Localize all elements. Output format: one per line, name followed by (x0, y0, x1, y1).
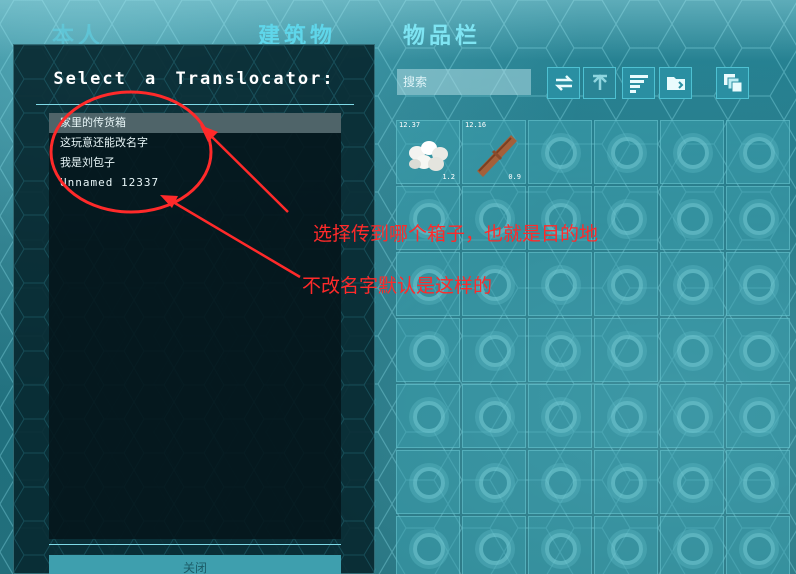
inventory-slot[interactable] (726, 384, 790, 448)
gear-icon (611, 203, 643, 235)
slot-quantity: 1.2 (442, 173, 455, 181)
inventory-slot[interactable] (462, 318, 526, 382)
gear-icon (413, 401, 445, 433)
inventory-slot[interactable] (594, 384, 658, 448)
dialog-title: Select a Translocator: (53, 69, 335, 89)
inventory-slot[interactable] (594, 450, 658, 514)
inventory-slot[interactable] (660, 120, 724, 184)
sort-icon[interactable] (622, 67, 655, 99)
gear-icon (479, 401, 511, 433)
inventory-slot[interactable] (660, 186, 724, 250)
gear-icon (677, 203, 709, 235)
folder-icon[interactable] (659, 67, 692, 99)
annotation-destination: 选择传到哪个箱子，也就是目的地 (313, 223, 599, 245)
stack-icon[interactable] (716, 67, 749, 99)
gear-icon (545, 335, 577, 367)
inventory-slot[interactable] (462, 384, 526, 448)
gear-icon (545, 137, 577, 169)
inventory-slot[interactable] (462, 516, 526, 574)
gear-icon (545, 467, 577, 499)
gear-icon (743, 203, 775, 235)
slot-quantity: 0.9 (508, 173, 521, 181)
gear-icon (413, 533, 445, 565)
gear-icon (479, 467, 511, 499)
inventory-slot[interactable] (726, 318, 790, 382)
gear-icon (611, 533, 643, 565)
inventory-slot[interactable] (726, 450, 790, 514)
inventory-slot[interactable] (396, 450, 460, 514)
gear-icon (743, 269, 775, 301)
inventory-slot-wood[interactable]: 12.16 0.9 (462, 120, 526, 184)
inventory-slot[interactable] (528, 318, 592, 382)
tab-inventory[interactable]: 物品栏 (403, 18, 481, 52)
gear-icon (611, 467, 643, 499)
translocator-dialog: Select a Translocator: 家里的传货箱 这玩意还能改名字 我… (13, 44, 376, 574)
inventory-slot[interactable] (594, 186, 658, 250)
list-item-rename-box[interactable]: 这玩意还能改名字 (49, 133, 341, 153)
inventory-slot[interactable] (528, 516, 592, 574)
gear-icon (413, 335, 445, 367)
inventory-slot[interactable] (396, 516, 460, 574)
inventory-slot[interactable] (528, 450, 592, 514)
inventory-slot[interactable] (396, 318, 460, 382)
gear-icon (677, 533, 709, 565)
gear-icon (611, 401, 643, 433)
gear-icon (545, 533, 577, 565)
gear-icon (413, 467, 445, 499)
inventory-grid: 12.37 1.2 12.16 0.9 (396, 120, 792, 574)
list-item-liu-baozi[interactable]: 我是刘包子 (49, 153, 341, 173)
gear-icon (545, 401, 577, 433)
inventory-slot[interactable] (660, 384, 724, 448)
transfer-arrows-icon[interactable] (547, 67, 580, 99)
gear-icon (743, 137, 775, 169)
bottom-divider (49, 544, 341, 545)
inventory-slot[interactable] (726, 252, 790, 316)
inventory-slot[interactable] (594, 516, 658, 574)
gear-icon (611, 335, 643, 367)
gear-icon (743, 335, 775, 367)
gear-icon (743, 533, 775, 565)
inventory-slot[interactable] (462, 450, 526, 514)
gear-icon (743, 401, 775, 433)
inventory-slot[interactable] (726, 516, 790, 574)
inventory-slot[interactable] (594, 318, 658, 382)
gear-icon (479, 533, 511, 565)
title-divider (36, 104, 354, 105)
inventory-slot[interactable] (660, 516, 724, 574)
inventory-slot[interactable] (528, 252, 592, 316)
inventory-slot[interactable] (660, 450, 724, 514)
close-button[interactable]: 关闭 (49, 555, 341, 574)
gear-icon (611, 269, 643, 301)
inventory-slot[interactable] (726, 120, 790, 184)
list-item-unnamed[interactable]: Unnamed 12337 (49, 173, 341, 193)
inventory-slot[interactable] (726, 186, 790, 250)
translocator-list[interactable]: 家里的传货箱 这玩意还能改名字 我是刘包子 Unnamed 12337 (49, 113, 341, 539)
inventory-slot[interactable] (528, 384, 592, 448)
gear-icon (677, 401, 709, 433)
list-item-home-box[interactable]: 家里的传货箱 (49, 113, 341, 133)
gear-icon (677, 137, 709, 169)
gear-icon (677, 269, 709, 301)
inventory-slot[interactable] (528, 120, 592, 184)
inventory-slot[interactable] (660, 252, 724, 316)
inventory-slot[interactable] (396, 384, 460, 448)
inventory-slot[interactable] (660, 318, 724, 382)
gear-icon (545, 269, 577, 301)
gear-icon (743, 467, 775, 499)
gear-icon (677, 335, 709, 367)
inventory-slot[interactable] (594, 252, 658, 316)
inventory-slot-eggs[interactable]: 12.37 1.2 (396, 120, 460, 184)
inventory-slot[interactable] (594, 120, 658, 184)
search-input[interactable] (397, 69, 531, 95)
annotation-default-name: 不改名字默认是这样的 (302, 275, 493, 297)
gear-icon (677, 467, 709, 499)
gear-icon (479, 335, 511, 367)
transfer-all-icon[interactable] (583, 67, 616, 99)
gear-icon (611, 137, 643, 169)
